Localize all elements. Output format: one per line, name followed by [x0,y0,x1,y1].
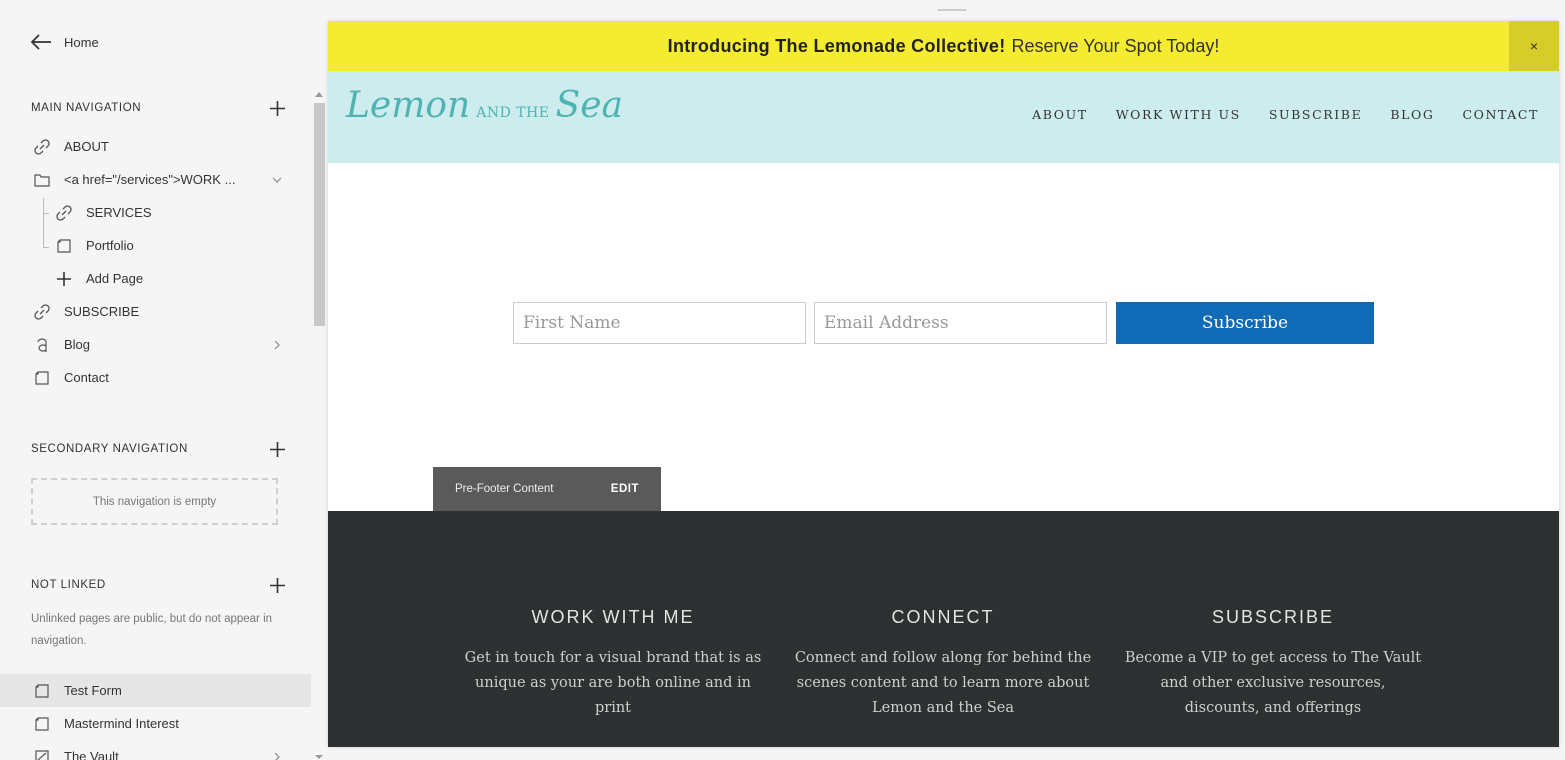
site-navigation: ABOUT WORK WITH US SUBSCRIBE BLOG CONTAC… [1004,107,1539,122]
blog-icon [33,336,51,354]
page-icon [55,237,73,255]
site-nav-contact[interactable]: CONTACT [1462,107,1539,122]
nav-item-label: <a href="/services">WORK ... [64,172,236,187]
logo-part-sea: Sea [555,85,623,126]
site-footer: WORK WITH ME Get in touch for a visual b… [328,511,1559,747]
nav-item-contact[interactable]: Contact [0,361,311,394]
site-nav-about[interactable]: ABOUT [1032,107,1088,122]
chevron-right-icon[interactable] [270,338,284,352]
footer-column-title: SUBSCRIBE [1211,607,1335,627]
nav-item-label: Test Form [64,683,122,698]
not-linked-header: NOT LINKED [31,575,286,595]
nav-item-label: SERVICES [86,205,152,220]
nav-item-label: Mastermind Interest [64,716,179,731]
prefooter-edit-bar: Pre-Footer Content EDIT [433,467,661,511]
add-main-nav-button[interactable] [268,99,286,117]
nav-item-services[interactable]: SERVICES [0,196,311,229]
prefooter-edit-button[interactable]: EDIT [611,483,639,495]
site-header: Lemon AND THE Sea ABOUT WORK WITH US SUB… [328,71,1559,163]
nav-item-work-folder[interactable]: <a href="/services">WORK ... [0,163,311,196]
nav-item-label: Contact [64,370,109,385]
footer-column-text: Get in touch for a visual brand that is … [464,650,762,716]
nav-item-blog[interactable]: Blog [0,328,311,361]
nav-item-portfolio[interactable]: Portfolio [0,229,311,262]
nav-item-label: SUBSCRIBE [64,304,140,319]
nav-item-label: Portfolio [86,238,134,253]
footer-column-text: Connect and follow along for behind the … [794,650,1092,716]
prefooter-label: Pre-Footer Content [455,483,554,495]
logo-part-and-the: AND THE [476,105,550,121]
secondary-nav-empty-placeholder[interactable]: This navigation is empty [31,478,278,525]
scroll-down-arrow[interactable] [315,755,323,759]
footer-column-text: Become a VIP to get access to The Vault … [1124,650,1422,716]
site-nav-subscribe[interactable]: SUBSCRIBE [1269,107,1362,122]
home-back-link[interactable]: Home [30,30,99,54]
nav-item-mastermind-interest[interactable]: Mastermind Interest [0,707,311,740]
arrow-left-icon [30,34,51,50]
panel-drag-handle[interactable] [938,9,966,11]
plus-icon [269,441,285,457]
page-icon [33,748,51,760]
footer-column-subscribe: SUBSCRIBE Become a VIP to get access to … [1123,607,1423,721]
nav-item-label: ABOUT [64,139,109,154]
sidebar-scrollbar-thumb[interactable] [314,103,325,326]
nav-item-subscribe[interactable]: SUBSCRIBE [0,295,311,328]
logo-part-lemon: Lemon [346,85,471,126]
announcement-bar[interactable]: Introducing The Lemonade Collective! Res… [328,21,1559,71]
main-navigation-title: MAIN NAVIGATION [31,102,142,114]
secondary-navigation-title: SECONDARY NAVIGATION [31,443,188,455]
site-logo[interactable]: Lemon AND THE Sea [346,85,623,149]
nav-item-the-vault[interactable]: The Vault [0,740,311,760]
not-linked-note: Unlinked pages are public, but do not ap… [31,613,273,647]
chevron-down-icon[interactable] [270,173,284,187]
add-secondary-nav-button[interactable] [268,440,286,458]
footer-column-connect: CONNECT Connect and follow along for beh… [793,607,1093,721]
add-page-label: Add Page [86,271,144,286]
link-icon [33,138,51,156]
nav-item-about[interactable]: ABOUT [0,130,311,163]
announcement-bold-text: Introducing The Lemonade Collective! [667,35,1006,56]
site-nav-work-with-us[interactable]: WORK WITH US [1116,107,1241,122]
newsletter-form: Subscribe [513,302,1374,344]
folder-icon [33,171,51,189]
page-icon [33,715,51,733]
footer-column-work-with-me: WORK WITH ME Get in touch for a visual b… [463,607,763,721]
link-icon [55,204,73,222]
secondary-navigation-header: SECONDARY NAVIGATION [31,439,286,459]
scroll-up-arrow[interactable] [315,92,323,97]
pages-sidebar: Home MAIN NAVIGATION ABOUT <a href="/ser… [0,0,311,760]
plus-icon [269,577,285,593]
chevron-right-icon[interactable] [270,750,284,760]
nav-item-label: The Vault [64,749,119,760]
subscribe-button[interactable]: Subscribe [1116,302,1374,344]
nav-item-label: Blog [64,337,91,352]
email-address-input[interactable] [814,302,1107,344]
announcement-text: Reserve Your Spot Today! [1011,35,1220,56]
first-name-input[interactable] [513,302,806,344]
page-icon [33,682,51,700]
site-nav-blog[interactable]: BLOG [1390,107,1434,122]
footer-column-title: CONNECT [891,607,995,627]
add-not-linked-button[interactable] [268,576,286,594]
add-page-button[interactable]: Add Page [0,262,311,295]
footer-column-title: WORK WITH ME [531,607,695,627]
page-icon [33,369,51,387]
home-label: Home [64,34,99,50]
nav-item-test-form[interactable]: Test Form [0,674,311,707]
link-icon [33,303,51,321]
announcement-close-button[interactable]: × [1509,21,1559,71]
site-preview-frame: Introducing The Lemonade Collective! Res… [328,21,1559,747]
main-navigation-header: MAIN NAVIGATION [31,98,286,118]
plus-icon [269,100,285,116]
not-linked-title: NOT LINKED [31,579,106,591]
plus-icon [55,270,73,288]
